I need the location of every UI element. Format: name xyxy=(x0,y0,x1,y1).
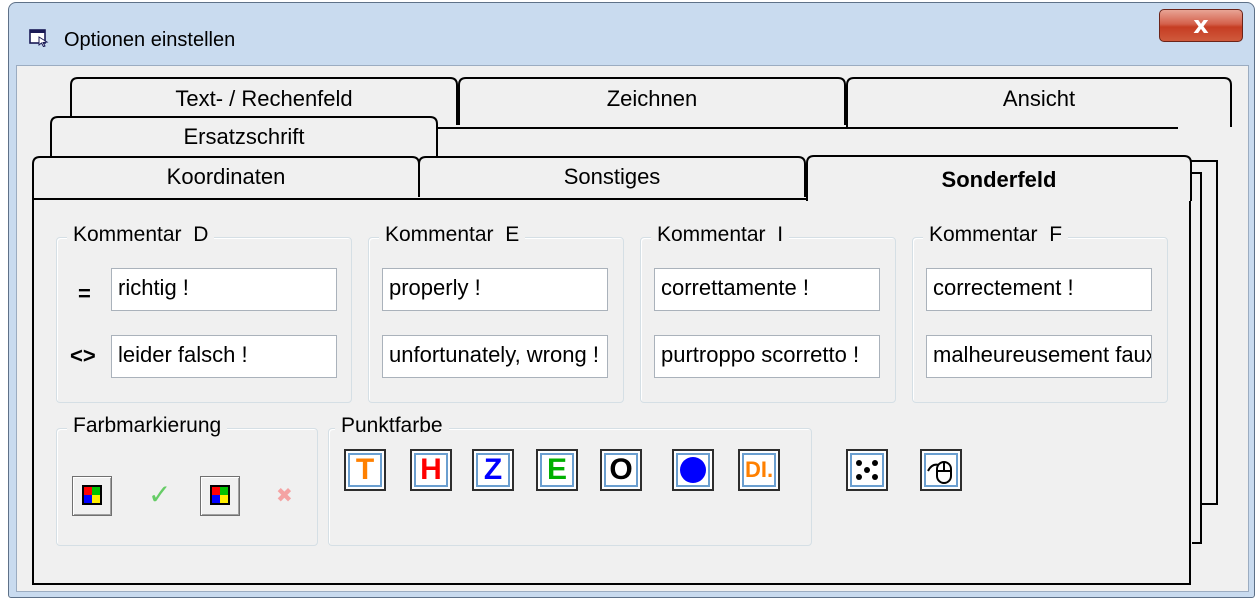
color-mark-correct-button[interactable] xyxy=(72,476,112,516)
group-title: Kommentar F xyxy=(923,223,1069,247)
comment-i-correct-field[interactable]: correttamente ! xyxy=(654,268,880,311)
tab-zeichnen[interactable]: Zeichnen xyxy=(458,77,846,125)
comment-e-correct-field[interactable]: properly ! xyxy=(382,268,608,311)
mouse-cursor-icon xyxy=(927,461,952,484)
tab-label: Zeichnen xyxy=(606,86,698,111)
comment-e-wrong-field[interactable]: unfortunately, wrong ! xyxy=(382,335,608,378)
comment-i-wrong-field[interactable]: purtroppo scorretto ! xyxy=(654,335,880,378)
tab-row-line xyxy=(438,127,1178,129)
group-title: Farbmarkierung xyxy=(67,414,228,438)
color-grid-icon xyxy=(82,485,102,505)
color-mark-wrong-button[interactable] xyxy=(200,476,240,516)
close-button[interactable]: x xyxy=(1159,9,1243,42)
punktfarbe-dot-decimal-button[interactable]: DI. xyxy=(738,449,780,491)
tab-sonstiges[interactable]: Sonstiges xyxy=(418,156,806,200)
tab-sonderfeld[interactable]: Sonderfeld xyxy=(806,155,1192,203)
dots-pattern-button[interactable] xyxy=(846,449,888,491)
punktfarbe-o-button[interactable]: O xyxy=(600,449,642,491)
close-icon: x xyxy=(1193,11,1209,39)
punktfarbe-h-button[interactable]: H xyxy=(410,449,452,491)
color-grid-icon xyxy=(210,485,230,505)
comment-f-correct-field[interactable]: correctement ! xyxy=(926,268,1152,311)
equal-symbol: = xyxy=(78,281,91,306)
tab-koordinaten[interactable]: Koordinaten xyxy=(32,156,420,200)
check-icon: ✓ xyxy=(148,478,172,511)
tab-ansicht[interactable]: Ansicht xyxy=(846,77,1232,127)
dots-pattern-icon xyxy=(856,460,878,480)
filled-circle-icon xyxy=(680,457,706,483)
punktfarbe-t-button[interactable]: T xyxy=(344,449,386,491)
kommentar-i-group: Kommentar I xyxy=(640,223,896,403)
kommentar-f-group: Kommentar F xyxy=(912,223,1168,403)
not-equal-symbol: <> xyxy=(70,343,96,368)
window-title: Optionen einstellen xyxy=(64,29,236,51)
comment-d-wrong-field[interactable]: leider falsch ! xyxy=(111,335,337,378)
tab-label: Sonstiges xyxy=(563,164,661,189)
group-title: Kommentar E xyxy=(379,223,526,247)
group-title: Punktfarbe xyxy=(335,414,449,438)
tab-label: Sonderfeld xyxy=(941,167,1057,192)
kommentar-d-group: Kommentar D xyxy=(56,223,352,403)
punktfarbe-e-button[interactable]: E xyxy=(536,449,578,491)
punktfarbe-z-button[interactable]: Z xyxy=(472,449,514,491)
tab-label: Koordinaten xyxy=(166,164,286,189)
tab-label: Text- / Rechenfeld xyxy=(175,86,353,111)
comment-f-wrong-field[interactable]: malheureusement faux ! xyxy=(926,335,1152,378)
group-title: Kommentar D xyxy=(67,223,215,247)
mouse-cursor-button[interactable] xyxy=(920,449,962,491)
cross-icon: ✖ xyxy=(276,483,293,507)
kommentar-e-group: Kommentar E xyxy=(368,223,624,403)
app-icon xyxy=(29,29,49,47)
tab-label: Ansicht xyxy=(1002,86,1076,111)
punktfarbe-filled-circle-button[interactable] xyxy=(672,449,714,491)
tab-label: Ersatzschrift xyxy=(183,124,305,149)
title-bar: Optionen einstellen x xyxy=(9,3,1254,65)
comment-d-correct-field[interactable]: richtig ! xyxy=(111,268,337,311)
group-title: Kommentar I xyxy=(651,223,790,247)
